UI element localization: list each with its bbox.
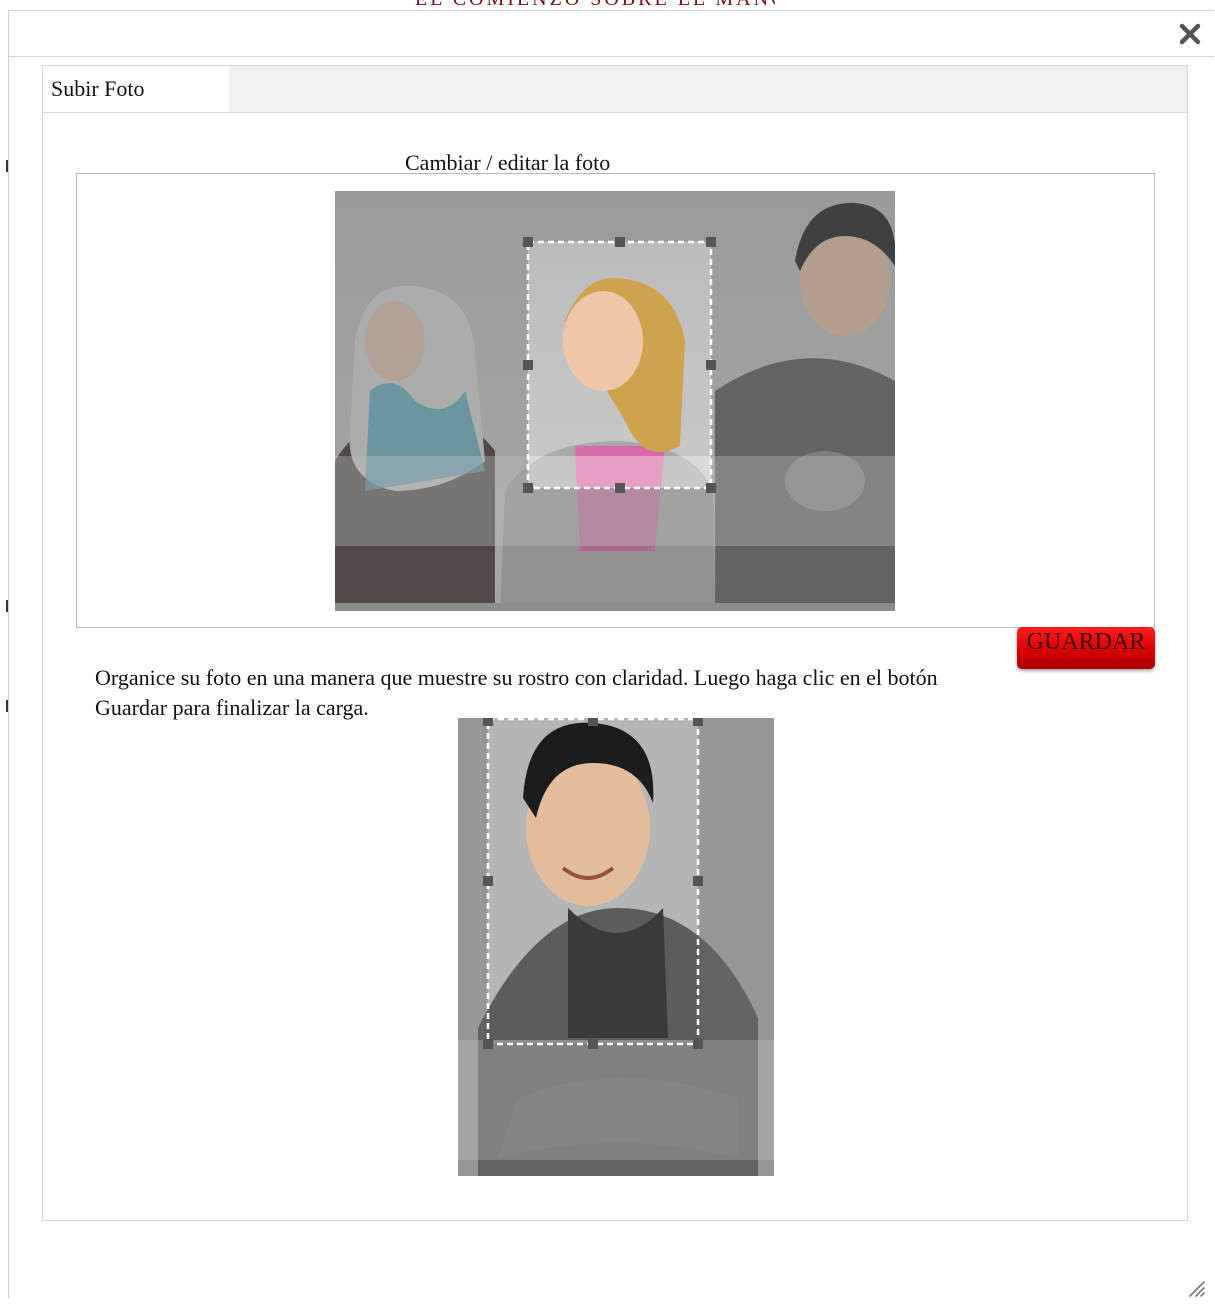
tab-bar: Subir Foto bbox=[43, 66, 1187, 113]
resize-grip[interactable] bbox=[1184, 1276, 1208, 1300]
save-button[interactable]: GUARDAR bbox=[1017, 627, 1155, 669]
upload-photo-dialog: Subir Foto Cambiar / editar la foto GUAR… bbox=[8, 10, 1214, 1299]
photo-crop-preview[interactable] bbox=[458, 718, 774, 1176]
instructions-text: Organice su foto en una manera que muest… bbox=[95, 665, 938, 720]
photo-crop-canvas[interactable] bbox=[335, 191, 895, 611]
dialog-titlebar bbox=[9, 11, 1214, 57]
photo-editor bbox=[76, 173, 1155, 628]
tab-subir-foto[interactable]: Subir Foto bbox=[43, 66, 229, 112]
close-icon bbox=[1179, 23, 1201, 45]
dialog-content: Subir Foto Cambiar / editar la foto GUAR… bbox=[42, 65, 1188, 1221]
close-button[interactable] bbox=[1173, 21, 1207, 49]
resize-grip-icon bbox=[1189, 1281, 1205, 1297]
